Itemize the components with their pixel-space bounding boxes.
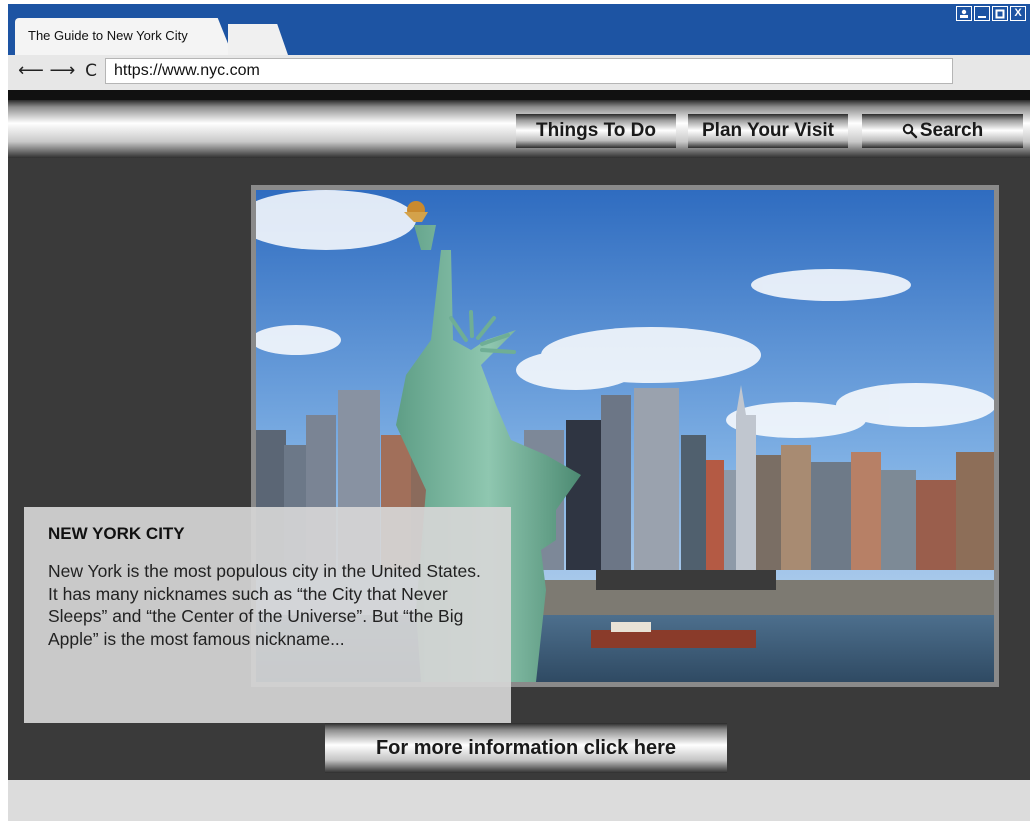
user-icon[interactable] xyxy=(956,6,972,21)
close-icon[interactable]: X xyxy=(1010,6,1026,21)
nav-things-to-do[interactable]: Things To Do xyxy=(516,114,676,148)
browser-tab[interactable]: The Guide to New York City xyxy=(15,18,233,56)
tab-title: The Guide to New York City xyxy=(28,28,188,43)
nav-search[interactable]: Search xyxy=(862,114,1023,148)
page-footer xyxy=(8,780,1030,821)
info-title: NEW YORK CITY xyxy=(48,524,185,543)
info-text: New York is the most populous city in th… xyxy=(48,561,481,649)
page-top-divider xyxy=(8,90,1030,100)
nav-plan-your-visit-label: Plan Your Visit xyxy=(702,120,834,141)
window-controls: X xyxy=(956,6,1026,21)
search-icon xyxy=(902,123,918,139)
address-bar[interactable]: https://www.nyc.com xyxy=(105,58,953,84)
minimize-icon[interactable] xyxy=(974,6,990,21)
close-label: X xyxy=(1014,7,1022,19)
maximize-icon[interactable] xyxy=(992,6,1008,21)
url-text: https://www.nyc.com xyxy=(114,62,260,79)
more-info-button[interactable]: For more information click here xyxy=(325,723,727,773)
nav-plan-your-visit[interactable]: Plan Your Visit xyxy=(688,114,848,148)
forward-arrow-icon[interactable]: ⟶ xyxy=(50,60,76,81)
nav-things-to-do-label: Things To Do xyxy=(536,120,656,141)
more-info-label: For more information click here xyxy=(375,736,677,759)
reload-icon[interactable]: C xyxy=(85,61,97,81)
nav-controls: ⟵ ⟶ C xyxy=(18,60,97,81)
back-arrow-icon[interactable]: ⟵ xyxy=(18,60,44,81)
info-panel: NEW YORK CITY New York is the most popul… xyxy=(24,507,511,723)
nav-search-label: Search xyxy=(919,120,984,141)
